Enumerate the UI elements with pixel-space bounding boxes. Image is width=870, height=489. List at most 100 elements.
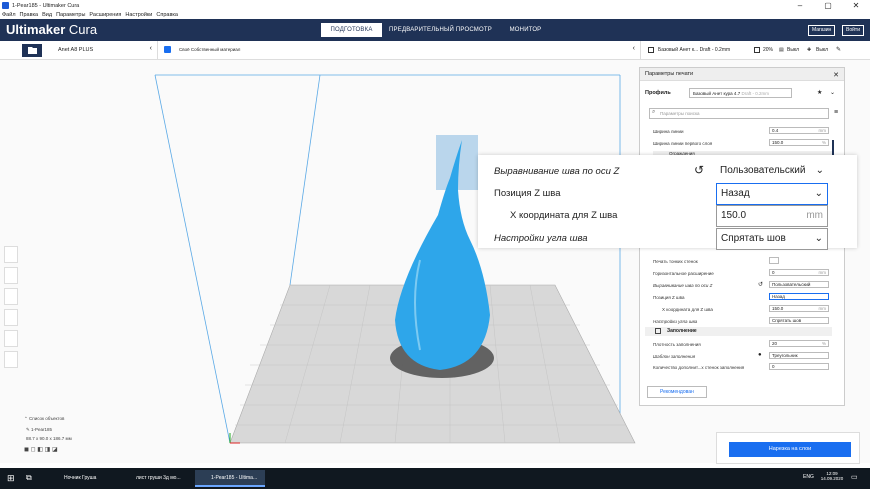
support-summary: Выкл <box>787 47 800 53</box>
print-settings-summary[interactable]: Базовый Анет к... Draft - 0.2mm 20% ▤ Вы… <box>646 41 846 60</box>
setting-seam-x-label: X координата для Z шва <box>662 307 713 312</box>
zoom-seam-x-label: X координата для Z шва <box>510 210 618 221</box>
close-icon[interactable]: ✕ <box>833 69 839 82</box>
support-icon: ▤ <box>779 47 784 53</box>
menu-preferences[interactable]: Настройки <box>125 12 152 18</box>
adhesion-icon: ✚ <box>807 47 812 53</box>
thin-walls-checkbox[interactable] <box>769 257 779 264</box>
reset-icon[interactable]: ↺ <box>758 281 763 288</box>
move-tool-icon[interactable] <box>4 246 18 263</box>
chevron-left-icon[interactable]: ‹ <box>633 45 635 52</box>
app-logo: Ultimaker Cura <box>6 22 98 37</box>
infill-walls-field[interactable]: 0 <box>769 363 829 370</box>
support-blocker-icon[interactable] <box>4 351 18 368</box>
taskbar-item-cura[interactable]: 1-Pear185 - Ultima... <box>195 470 265 487</box>
menu-edit[interactable]: Правка <box>20 12 39 18</box>
view-mode-icons[interactable]: ◼ ◻ ◧ ◨ ◪ <box>24 446 72 453</box>
horizontal-expansion-field[interactable]: 0 mm <box>769 269 829 276</box>
profile-summary: Базовый Анет к... Draft - 0.2mm <box>658 47 731 53</box>
menu-icon[interactable]: ≡ <box>834 109 838 116</box>
line-width-field[interactable]: 0.4 mm <box>769 127 829 134</box>
windows-start-icon[interactable]: ⊞ <box>7 473 15 484</box>
zoom-reset-icon[interactable]: ↺ <box>694 163 704 177</box>
zoom-seam-position-dropdown[interactable]: Назад ⌄ <box>716 183 828 205</box>
menu-help[interactable]: Справка <box>156 12 178 18</box>
section-infill[interactable]: Заполнение <box>645 327 832 336</box>
seam-corner-dropdown[interactable]: Спрятать шов <box>769 317 829 324</box>
setting-infill-density-label: Плотность заполнения <box>653 342 701 347</box>
zoom-seam-alignment-label: Выравнивание шва по оси Z <box>494 166 620 177</box>
setting-seam-corner-label: Настройки угла шва <box>653 319 698 324</box>
object-list-header[interactable]: ⌃ Список объектов <box>24 416 72 422</box>
zoom-seam-alignment-dropdown[interactable]: Пользовательский ⌄ <box>716 161 828 183</box>
taskbar-item-browser[interactable]: лист груши 3д мо... <box>120 470 190 487</box>
setting-horizontal-expansion-label: Горизонтальное расширение <box>653 271 714 276</box>
slice-panel: Нарезка на слои <box>716 432 860 464</box>
slice-button[interactable]: Нарезка на слои <box>729 442 851 457</box>
menu-extensions[interactable]: Расширения <box>89 12 121 18</box>
infill-density-field[interactable]: 20% <box>769 340 829 347</box>
initial-line-width-field[interactable]: 150.0% <box>769 139 829 146</box>
profile-selector[interactable]: Базовый Анет кура 4.7 Draft - 0.2mm <box>689 88 792 98</box>
minimize-button[interactable]: – <box>786 0 814 11</box>
windows-taskbar: ⊞ ⧉ Ночник Груша лист груши 3д мо... 1-P… <box>0 468 870 489</box>
printer-selector[interactable]: Anet A8 PLUS <box>58 47 93 53</box>
zoom-seam-position-label: Позиция Z шва <box>494 188 561 199</box>
seam-x-field[interactable]: 150.0 mm <box>769 305 829 312</box>
adhesion-summary: Выкл <box>816 47 829 53</box>
recommended-button[interactable]: Рекомендован <box>647 386 707 398</box>
zoom-seam-corner-dropdown[interactable]: Спрятать шов ⌄ <box>716 228 828 250</box>
open-file-button[interactable] <box>22 44 42 57</box>
tab-preview[interactable]: ПРЕДВАРИТЕЛЬНЫЙ ПРОСМОТР <box>388 23 493 37</box>
notifications-icon[interactable]: ▭ <box>851 473 858 481</box>
rotate-tool-icon[interactable] <box>4 288 18 305</box>
setting-line-width-label: Ширина линии <box>653 129 684 134</box>
infill-summary: 20% <box>763 47 774 53</box>
seam-alignment-dropdown[interactable]: Пользовательский <box>769 281 829 288</box>
star-icon[interactable]: ★ <box>817 89 822 96</box>
tab-monitor[interactable]: МОНИТОР <box>493 23 558 37</box>
material-selector[interactable]: Своё Собственный материал <box>179 47 240 52</box>
infill-pattern-dropdown[interactable]: Треугольник <box>769 352 829 359</box>
taskbar-item-folder[interactable]: Ночник Груша <box>48 470 116 487</box>
per-model-settings-icon[interactable] <box>4 330 18 347</box>
zoom-seam-x-field[interactable]: 150.0 mm <box>716 205 828 227</box>
clock[interactable]: 12:09 14.09.2020 <box>820 471 844 481</box>
cura-app-icon <box>2 2 9 9</box>
object-item[interactable]: ✎ 1-Pear185 <box>26 427 72 433</box>
tab-prepare[interactable]: ПОДГОТОВКА <box>321 23 382 37</box>
object-list: ⌃ Список объектов ✎ 1-Pear185 88.7 x 90.… <box>24 416 72 453</box>
menu-settings[interactable]: Параметры <box>56 12 85 18</box>
scale-tool-icon[interactable] <box>4 267 18 284</box>
chevron-left-icon[interactable]: ‹ <box>150 45 152 52</box>
chevron-down-icon: ⌄ <box>814 188 823 199</box>
edit-pencil-icon[interactable]: ✎ <box>836 46 841 53</box>
seam-position-dropdown[interactable]: Назад <box>769 293 829 300</box>
chevron-down-icon: ⌄ <box>815 165 824 176</box>
signin-button[interactable]: Войти <box>842 25 864 36</box>
app-header: Ultimaker Cura ПОДГОТОВКА ПРЕДВАРИТЕЛЬНЫ… <box>0 19 870 41</box>
settings-search-input[interactable]: Параметры поиска <box>649 108 829 119</box>
marketplace-button[interactable]: Магазин <box>808 25 836 36</box>
chevron-down-icon[interactable]: ⌄ <box>830 89 835 96</box>
task-view-icon[interactable]: ⧉ <box>26 473 32 483</box>
setting-seam-alignment-label: Выравнивание шва по оси Z <box>653 283 713 288</box>
menu-file[interactable]: Файл <box>2 12 16 18</box>
search-icon: ⌕ <box>652 109 656 115</box>
window-title: 1-Pear185 - Ultimaker Cura <box>12 2 80 9</box>
setting-infill-pattern-label: Шаблон заполнения <box>653 354 696 359</box>
panel-header: Параметры печати ✕ <box>640 68 844 81</box>
infill-section-icon <box>655 328 661 334</box>
close-button[interactable]: ✕ <box>842 0 870 11</box>
setting-thin-walls-label: Печать тонких стенок <box>653 259 698 264</box>
object-dimensions: 88.7 x 90.0 x 186.7 мм <box>26 436 72 441</box>
menu-bar: Файл Правка Вид Параметры Расширения Нас… <box>0 11 870 19</box>
menu-view[interactable]: Вид <box>42 12 52 18</box>
left-toolbar <box>4 246 20 372</box>
mirror-tool-icon[interactable] <box>4 309 18 326</box>
language-indicator[interactable]: ENG <box>803 474 814 480</box>
folder-icon <box>28 47 37 54</box>
maximize-button[interactable]: ▢ <box>814 0 842 11</box>
chevron-down-icon: ⌄ <box>814 233 823 244</box>
info-icon: ● <box>758 352 762 358</box>
